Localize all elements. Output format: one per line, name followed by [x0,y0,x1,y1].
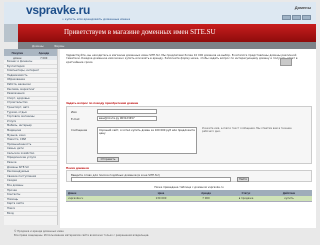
welcome-banner: Приветствуем в магазине доменных имен SI… [18,24,316,42]
cell-action[interactable]: купить [266,197,312,200]
footer-line-1: © Продажа и аренда доменных имен [14,230,64,233]
sidebar: Покупка Аренда домен 7 000 Бизнес и фина… [4,49,58,225]
message-label: Сообщение [71,128,88,132]
sidebar-head-buy[interactable]: Покупка [4,51,31,55]
banner-side-decoration [4,24,18,42]
domain-table: Домен Цена Аренда Статус Действие vsprav… [66,190,312,202]
email-label: E-mail [71,117,80,121]
domain-icon [280,58,292,66]
main-content: Здравствуйте, вы находитесь в магазине д… [60,49,316,231]
top-right-label[interactable]: Домены [295,5,311,10]
banner-title: Приветствуем в магазине доменных имен SI… [64,28,216,36]
search-button[interactable]: Найти [237,177,249,182]
cell-rent: 7 000 [202,197,210,200]
top-bar: vspravke.ru » купить или арендовать доме… [4,2,316,24]
th-domain: Домен [68,191,77,195]
sidebar-list: Бизнес и финансы Бухгалтерия Компьютеры, и… [4,60,57,217]
sidebar-header: Покупка Аренда [4,49,57,56]
main-navbar: Домены Фирмы [18,42,316,49]
top-nav-text: » купить или арендовать доменные имена [62,17,131,21]
tool-button-2[interactable] [292,15,301,20]
tool-button-1[interactable] [282,15,291,20]
sidebar-sub-right: 7 000 [40,56,48,60]
sidebar-head-rent[interactable]: Аренда [31,51,58,55]
th-rent: Аренда [201,191,211,195]
cell-domain[interactable]: vspravke.ru [66,197,136,200]
question-form: Имя E-mail ваш@почта.ру 903123457 Сообще… [66,106,312,164]
form-note: Укажите имя, e-mail и текст сообщения. М… [202,127,292,134]
top-tools [282,15,311,20]
sidebar-item[interactable]: Вход [4,212,57,217]
form-title: Задать вопрос по поводу приобретения дом… [66,101,139,105]
site-logo[interactable]: vspravke.ru [26,3,90,17]
cell-price: 130 000 [155,197,167,200]
table-caption: Ниже приведена таблица с доменом vspravk… [154,185,224,189]
search-input[interactable] [71,177,231,182]
submit-button[interactable]: Отправить [97,157,119,162]
table-row: vspravke.ru 130 000 7 000 в продаже купи… [66,196,312,202]
intro-text: Здравствуйте, вы находитесь в магазине д… [66,53,298,64]
th-action: Действие [282,191,296,195]
nav-item-firms[interactable]: Фирмы [54,44,64,48]
th-status: Статус [241,191,251,195]
footer: © Продажа и аренда доменных имен Все пра… [4,228,316,245]
email-field[interactable]: ваш@почта.ру 903123457 [97,116,157,121]
cell-status: в продаже [238,197,254,200]
search-label: Введите слово для поиска подобных домено… [71,172,160,177]
th-price: Цена [157,191,165,195]
message-field[interactable]: Хороший сайт, я хотел купить домен за 10… [97,127,197,154]
name-field[interactable] [97,109,157,114]
tool-button-3[interactable] [302,15,311,20]
search-box: Введите слово для поиска подобных домено… [66,170,312,182]
name-label: Имя [71,110,77,114]
footer-line-2: Все права защищены. Использование матери… [14,234,150,237]
nav-item-domains[interactable]: Домены [32,44,44,48]
